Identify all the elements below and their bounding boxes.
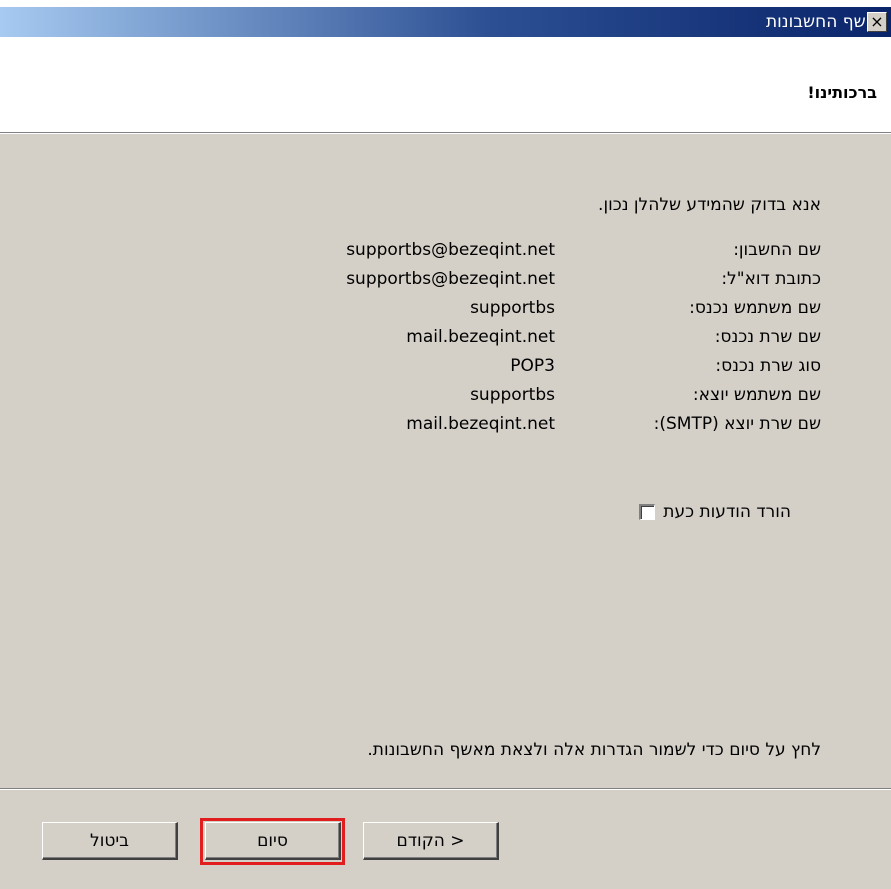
- finish-instructions: לחץ על סיום כדי לשמור הגדרות אלה ולצאת מ…: [367, 740, 821, 760]
- title-bar[interactable]: אשף החשבונות ×: [0, 7, 891, 37]
- outgoing-username-value: supportbs: [470, 385, 555, 405]
- email-address-label: כתובת דוא"ל:: [721, 269, 821, 289]
- wizard-header: ברכותינו!: [0, 37, 891, 133]
- close-button[interactable]: ×: [867, 12, 887, 32]
- download-messages-checkbox[interactable]: [639, 504, 656, 520]
- outgoing-username-label: שם משתמש יוצא:: [692, 385, 821, 405]
- email-address-value: supportbs@bezeqint.net: [346, 269, 555, 289]
- cancel-button[interactable]: ביטול: [42, 822, 178, 860]
- download-messages-label: הורד הודעות כעת: [663, 502, 791, 522]
- incoming-server-value: mail.bezeqint.net: [406, 327, 555, 347]
- incoming-username-value: supportbs: [470, 298, 555, 318]
- incoming-server-type-value: POP3: [510, 356, 555, 376]
- incoming-server-label: שם שרת נכנס:: [714, 327, 821, 347]
- account-name-label: שם החשבון:: [733, 240, 821, 260]
- account-name-value: supportbs@bezeqint.net: [346, 240, 555, 260]
- outgoing-server-label: שם שרת יוצא (SMTP):: [653, 414, 821, 434]
- page-title: ברכותינו!: [807, 83, 877, 102]
- window-title: אשף החשבונות: [765, 12, 877, 32]
- header-divider: [0, 133, 891, 134]
- download-messages-option[interactable]: הורד הודעות כעת: [639, 502, 791, 522]
- close-icon: ×: [870, 12, 884, 31]
- back-button[interactable]: < הקודם: [363, 822, 499, 860]
- intro-text: אנא בדוק שהמידע שלהלן נכון.: [598, 195, 821, 215]
- incoming-server-type-label: סוג שרת נכנס:: [715, 356, 821, 376]
- footer-divider: [0, 788, 891, 790]
- account-wizard-window: אשף החשבונות × ברכותינו! אנא בדוק שהמידע…: [0, 7, 891, 889]
- finish-button[interactable]: סיום: [205, 822, 341, 860]
- outgoing-server-value: mail.bezeqint.net: [406, 414, 555, 434]
- incoming-username-label: שם משתמש נכנס:: [689, 298, 821, 318]
